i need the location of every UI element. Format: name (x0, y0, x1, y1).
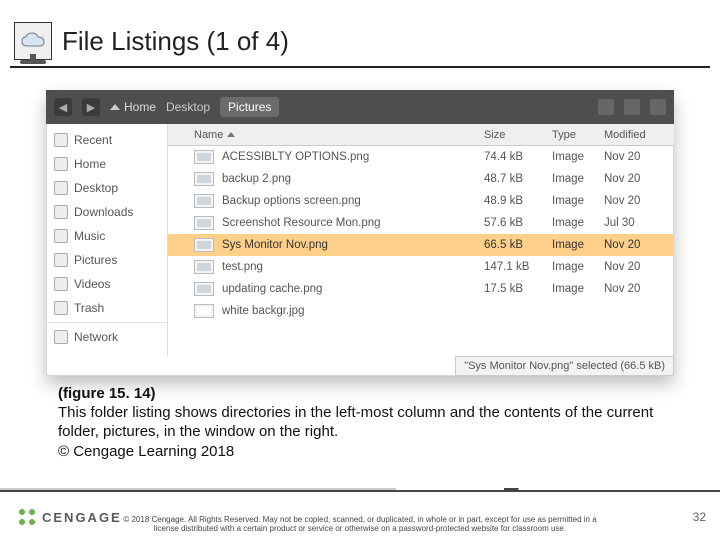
file-list: Name Size Type Modified ACESSIBLTY OPTIO… (168, 124, 674, 356)
file-row[interactable]: test.png147.1 kBImageNov 20 (168, 256, 674, 278)
breadcrumb-desktop[interactable]: Desktop (166, 100, 210, 114)
figure-number: (figure 15. 14) (58, 384, 690, 403)
slide-footer: CENGAGE © 2018 Cengage. All Rights Reser… (0, 490, 720, 540)
place-desktop[interactable]: Desktop (46, 176, 167, 200)
caption-body: This folder listing shows directories in… (58, 403, 690, 441)
file-icon (194, 304, 214, 318)
place-recent[interactable]: Recent (46, 128, 167, 152)
file-row[interactable]: updating cache.png17.5 kBImageNov 20 (168, 278, 674, 300)
menu-icon[interactable] (650, 99, 666, 115)
place-home[interactable]: Home (46, 152, 167, 176)
place-music[interactable]: Music (46, 224, 167, 248)
col-name[interactable]: Name (194, 129, 223, 141)
place-pictures[interactable]: Pictures (46, 248, 167, 272)
figure-caption: (figure 15. 14) This folder listing show… (58, 384, 690, 461)
file-icon (194, 282, 214, 296)
desktop-icon (54, 181, 68, 195)
file-icon (194, 216, 214, 230)
place-trash[interactable]: Trash (46, 296, 167, 320)
place-videos[interactable]: Videos (46, 272, 167, 296)
file-icon (194, 238, 214, 252)
pictures-icon (54, 253, 68, 267)
file-row[interactable]: ACESSIBLTY OPTIONS.png74.4 kBImageNov 20 (168, 146, 674, 168)
search-icon[interactable] (598, 99, 614, 115)
col-size[interactable]: Size (484, 129, 552, 141)
page-title: File Listings (1 of 4) (62, 26, 289, 57)
nav-back-button[interactable]: ◀ (54, 98, 72, 116)
file-icon (194, 260, 214, 274)
file-row[interactable]: Backup options screen.png48.9 kBImageNov… (168, 190, 674, 212)
caption-copyright: © Cengage Learning 2018 (58, 442, 690, 461)
title-underline (10, 66, 710, 68)
clock-icon (54, 133, 68, 147)
file-row[interactable]: backup 2.png48.7 kBImageNov 20 (168, 168, 674, 190)
nav-forward-button[interactable]: ▶ (82, 98, 100, 116)
place-downloads[interactable]: Downloads (46, 200, 167, 224)
music-icon (54, 229, 68, 243)
window-titlebar: ◀ ▶ Home Desktop Pictures (46, 90, 674, 124)
download-icon (54, 205, 68, 219)
file-row[interactable]: white backgr.jpg (168, 300, 674, 322)
file-row-selected[interactable]: Sys Monitor Nov.png66.5 kBImageNov 20 (168, 234, 674, 256)
breadcrumb-current[interactable]: Pictures (220, 97, 279, 117)
home-icon (110, 104, 120, 110)
page-number: 32 (693, 510, 706, 524)
status-bar: "Sys Monitor Nov.png" selected (66.5 kB) (455, 356, 674, 376)
file-icon (194, 172, 214, 186)
file-icon (194, 194, 214, 208)
file-icon (194, 150, 214, 164)
breadcrumb-home[interactable]: Home (110, 100, 156, 114)
column-headers[interactable]: Name Size Type Modified (168, 124, 674, 146)
home-icon (54, 157, 68, 171)
legal-text: © 2018 Cengage. All Rights Reserved. May… (0, 515, 720, 534)
view-options-icon[interactable] (624, 99, 640, 115)
places-sidebar: Recent Home Desktop Downloads Music Pict… (46, 124, 168, 356)
network-icon (54, 330, 68, 344)
video-icon (54, 277, 68, 291)
col-modified[interactable]: Modified (604, 129, 674, 141)
breadcrumb-home-label: Home (124, 100, 156, 114)
sort-asc-icon (227, 132, 235, 137)
trash-icon (54, 301, 68, 315)
place-network[interactable]: Network (46, 322, 167, 349)
col-type[interactable]: Type (552, 129, 604, 141)
file-row[interactable]: Screenshot Resource Mon.png57.6 kBImageJ… (168, 212, 674, 234)
file-manager-window: ◀ ▶ Home Desktop Pictures Recent Home De… (46, 90, 674, 376)
